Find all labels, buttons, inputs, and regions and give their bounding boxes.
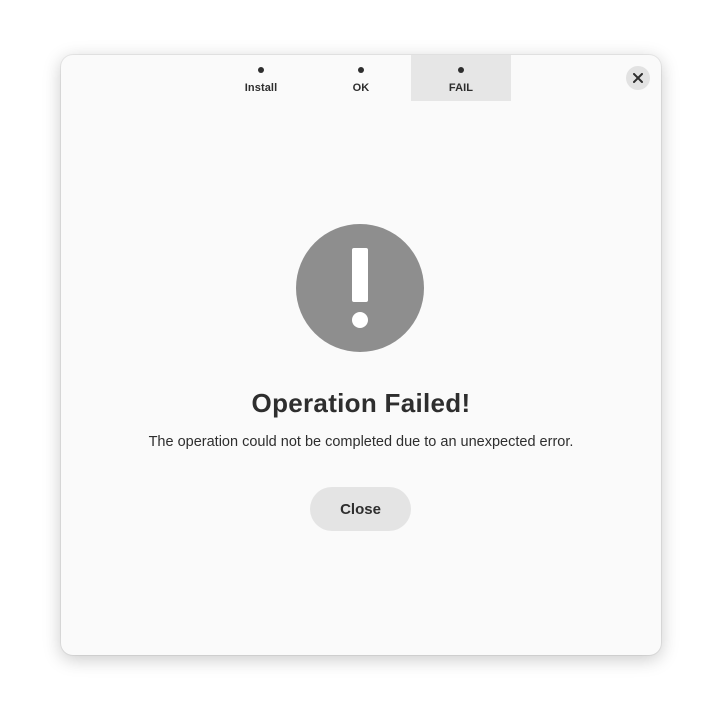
dialog-message: The operation could not be completed due… [148,434,574,450]
tab-label: OK [352,82,370,94]
window-close-button[interactable] [626,66,650,90]
tab-label: Install [244,82,278,94]
exclamation-circle-icon [296,224,424,352]
close-icon [633,73,643,83]
tab-ok[interactable]: OK [311,55,411,101]
tab-fail[interactable]: FAIL [411,55,511,101]
tab-indicator-dot [258,67,264,73]
tab-label: FAIL [448,82,474,94]
dialog-title: Operation Failed! [251,388,471,418]
tab-indicator-dot [458,67,464,73]
tab-indicator-dot [358,67,364,73]
tab-bar: Install OK FAIL [211,55,511,101]
tab-install[interactable]: Install [211,55,311,101]
close-button[interactable]: Close [310,487,411,531]
dialog-window: Install OK FAIL Operation Failed! The op… [61,55,661,655]
